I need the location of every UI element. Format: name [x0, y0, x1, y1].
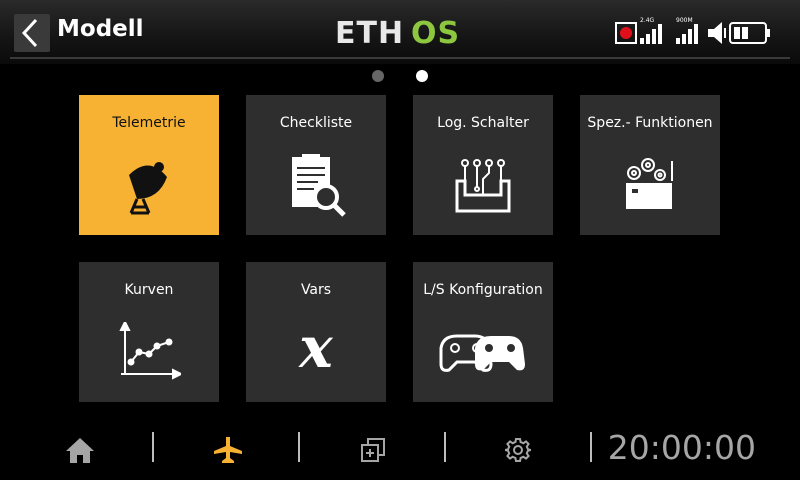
nav-separator: [444, 432, 446, 462]
tile-spez-funktionen[interactable]: Spez.- Funktionen: [580, 95, 720, 235]
tile-checkliste[interactable]: Checkliste: [246, 95, 386, 235]
variable-x-icon: x: [299, 315, 333, 381]
header-divider: [10, 57, 790, 59]
top-bar: Modell ETH OS 2.4G 900M: [0, 0, 800, 64]
tile-label: Vars: [300, 282, 332, 298]
gears-box-icon: [626, 158, 673, 209]
settings-gear-icon: [505, 438, 531, 462]
tile-telemetrie[interactable]: Telemetrie: [79, 95, 219, 235]
nav-separator: [152, 432, 154, 462]
volume-icon: [708, 22, 726, 44]
home-icon: [66, 438, 94, 463]
model-button[interactable]: [208, 432, 248, 468]
chevron-left-icon: [21, 18, 38, 48]
curve-graph-icon: [119, 322, 181, 380]
page-dot-2[interactable]: [416, 70, 428, 82]
logic-circuit-icon: [455, 159, 511, 213]
airplane-icon: [214, 437, 242, 463]
add-model-icon: [361, 438, 385, 462]
tile-kurven[interactable]: Kurven: [79, 262, 219, 402]
clock: 20:00:00: [607, 428, 756, 467]
tile-label: Kurven: [124, 282, 174, 298]
home-button[interactable]: [60, 432, 100, 468]
rf-900m-signal-icon: 900M: [676, 17, 698, 44]
nav-separator: [298, 432, 300, 462]
status-icons: 2.4G 900M: [615, 17, 770, 44]
satellite-dish-icon: [129, 162, 167, 215]
record-icon: [615, 22, 637, 44]
system-button[interactable]: [353, 432, 393, 468]
tile-label: Checkliste: [279, 115, 353, 131]
gamepads-icon: [439, 334, 525, 372]
tile-ls-konfiguration[interactable]: L/S Konfiguration: [413, 262, 553, 402]
ethos-logo: ETH OS: [335, 16, 460, 50]
tile-label: Log. Schalter: [437, 115, 529, 131]
tile-label: L/S Konfiguration: [423, 282, 543, 298]
tile-vars[interactable]: Vars x: [246, 262, 386, 402]
page-title: Modell: [57, 16, 144, 42]
settings-button[interactable]: [498, 432, 538, 468]
rf-900-label: 900M: [676, 17, 693, 24]
battery-icon: [729, 22, 770, 44]
nav-separator: [590, 432, 592, 462]
rf-2g4-signal-icon: 2.4G: [640, 17, 662, 44]
page-indicator: [0, 69, 800, 83]
svg-text:OS: OS: [411, 16, 460, 50]
tile-label: Spez.- Funktionen: [587, 115, 713, 131]
page-dot-1[interactable]: [372, 70, 384, 82]
rf-24-label: 2.4G: [640, 17, 655, 24]
checklist-icon: [292, 154, 346, 217]
back-button[interactable]: [14, 14, 50, 52]
svg-text:ETH: ETH: [335, 16, 404, 50]
tile-label: Telemetrie: [112, 115, 186, 131]
tile-log-schalter[interactable]: Log. Schalter: [413, 95, 553, 235]
